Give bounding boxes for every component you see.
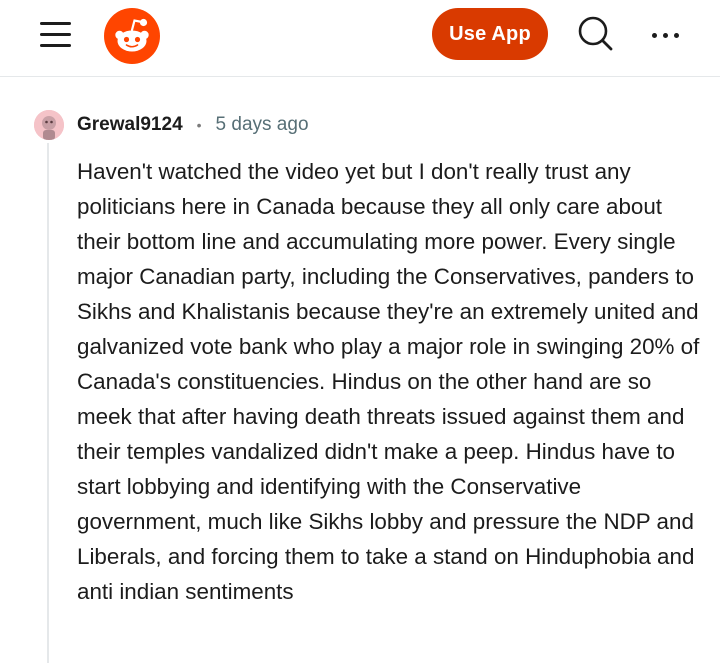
thread-line[interactable] [47,143,49,663]
comment-body: Haven't watched the video yet but I don'… [77,159,700,604]
search-icon[interactable] [574,12,618,56]
meta-separator: • [196,117,202,133]
use-app-button[interactable]: Use App [432,8,548,60]
comment: Grewal9124 • 5 days ago Haven't watched … [0,77,720,663]
reddit-logo-icon[interactable] [104,8,160,64]
more-options-icon[interactable] [646,16,686,52]
comment-timestamp[interactable]: 5 days ago [216,114,309,136]
menu-icon[interactable] [36,16,76,52]
comment-meta: Grewal9124 • 5 days ago [77,112,309,138]
avatar-icon[interactable] [34,110,64,140]
top-navigation-bar: Use App [0,0,720,77]
username-link[interactable]: Grewal9124 [77,114,183,136]
